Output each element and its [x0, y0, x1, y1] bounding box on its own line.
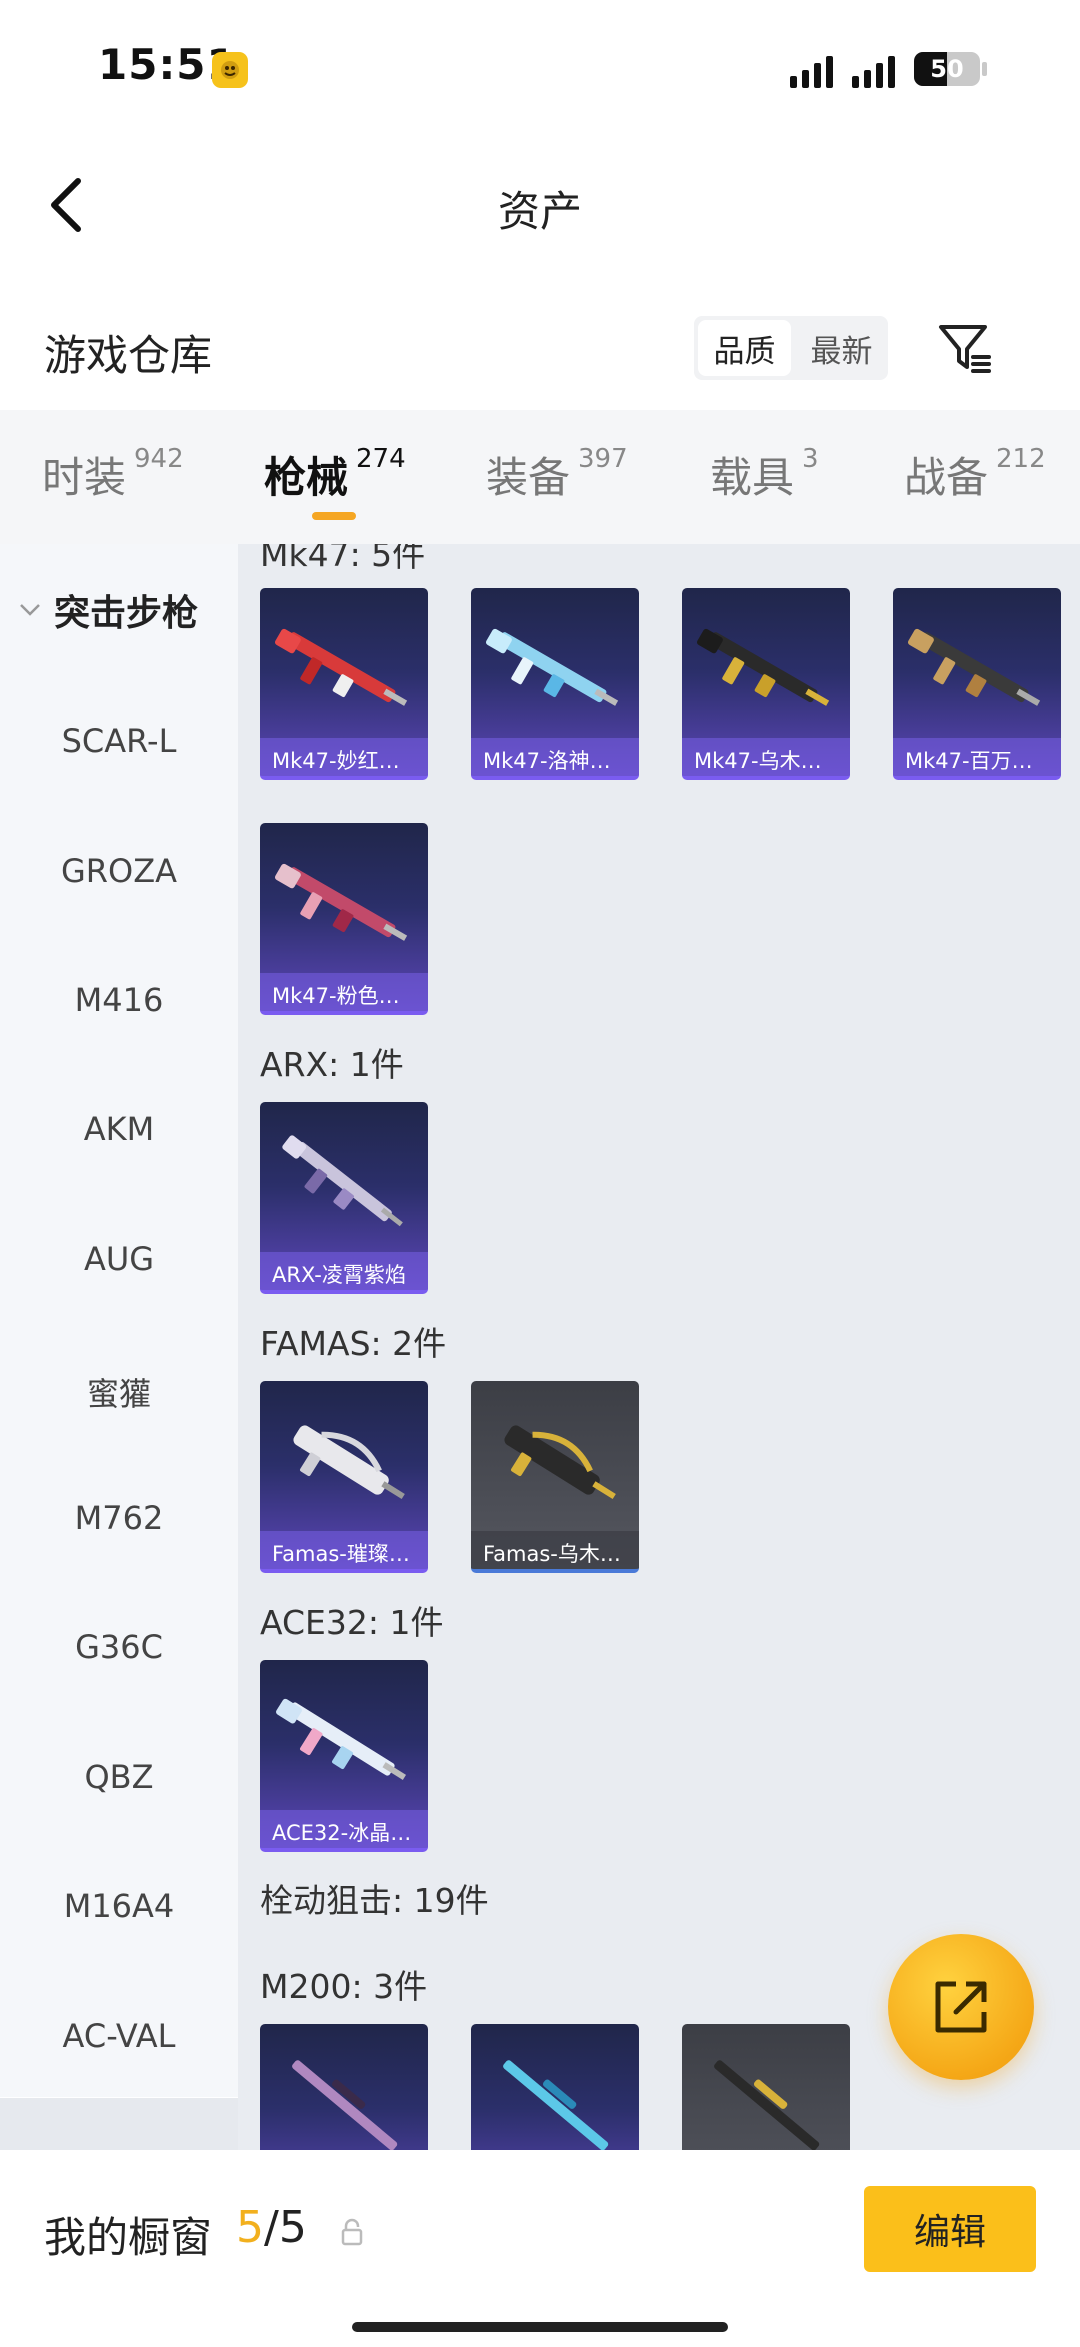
weapon-type-sidebar: 突击步枪 SCAR-L GROZA M416 AKM AUG 蜜獾 M762 G… [0, 544, 238, 2097]
tab-equipment[interactable]: 装备 397 [486, 444, 628, 505]
sniper-skin-image [292, 2060, 398, 2150]
tab-firearms[interactable]: 枪械 274 [264, 444, 406, 505]
tab-fashion[interactable]: 时装 942 [42, 444, 184, 505]
tab-count: 942 [134, 444, 184, 474]
sidebar-item-m16a4[interactable]: M16A4 [0, 1887, 238, 1925]
group-label-mk47: Mk47: 5件 [260, 544, 426, 574]
share-fab-button[interactable] [888, 1934, 1034, 2080]
sidebar-item-akm[interactable]: AKM [0, 1110, 238, 1148]
battery-level: 50 [930, 55, 964, 83]
rifle-skin-image [908, 628, 1041, 706]
weapon-name: ARX-凌霄紫焰 [260, 1252, 428, 1290]
weapon-card[interactable] [260, 2024, 428, 2150]
category-tabs: 时装 942 枪械 274 装备 397 载具 3 战备 212 [0, 410, 1080, 544]
tab-count: 397 [578, 444, 628, 474]
external-link-icon [935, 1981, 987, 2033]
page-title: 资产 [497, 187, 582, 236]
weapon-name: Mk47-妙红… [260, 738, 428, 776]
weapon-name: Mk47-百万… [893, 738, 1061, 776]
section-title: 游戏仓库 [44, 331, 213, 380]
sort-option-quality[interactable]: 品质 [698, 320, 791, 376]
weapon-card[interactable]: Mk47-洛神… [471, 588, 639, 780]
edit-button[interactable]: 编辑 [864, 2186, 1036, 2272]
weapon-card[interactable]: Famas-乌木… [471, 1381, 639, 1573]
weapon-name: Mk47-乌木… [682, 738, 850, 776]
sidebar-item-ac-val[interactable]: AC-VAL [0, 2017, 238, 2055]
weapon-card[interactable] [682, 2024, 850, 2150]
cellular-signal-icon [852, 52, 895, 88]
showcase-count: 5/5 [236, 2202, 307, 2253]
sort-toggle: 品质 最新 [694, 316, 888, 380]
sniper-skin-image [503, 2060, 609, 2150]
weapon-card[interactable]: Mk47-粉色… [260, 823, 428, 1015]
tab-label: 时装 [42, 453, 127, 502]
rifle-skin-image [282, 1135, 403, 1227]
tab-vehicles[interactable]: 载具 3 [710, 444, 819, 505]
sidebar-item-qbz[interactable]: QBZ [0, 1758, 238, 1796]
tab-supplies[interactable]: 战备 212 [904, 444, 1046, 505]
showcase-current: 5 [236, 2202, 264, 2253]
tab-count: 3 [802, 444, 819, 474]
filter-button[interactable] [932, 314, 998, 380]
rifle-skin-image [275, 628, 408, 706]
weapon-name: Mk47-洛神… [471, 738, 639, 776]
weapon-card[interactable]: Mk47-乌木… [682, 588, 850, 780]
rifle-skin-image [697, 628, 830, 706]
filter-icon [939, 325, 991, 373]
weapon-name: Famas-乌木… [471, 1531, 639, 1569]
weapon-name: Famas-璀璨… [260, 1531, 428, 1569]
showcase-max: 5 [278, 2202, 307, 2253]
lock-icon [341, 2218, 363, 2246]
sidebar-item-g36c[interactable]: G36C [0, 1628, 238, 1666]
tab-count: 274 [356, 444, 406, 474]
sniper-skin-image [714, 2060, 820, 2150]
group-label-arx: ARX: 1件 [260, 1045, 404, 1084]
showcase-separator: / [264, 2202, 279, 2253]
weapon-name: ACE32-冰晶… [260, 1810, 428, 1848]
sidebar-item-m762[interactable]: M762 [0, 1499, 238, 1537]
rifle-skin-image [276, 1698, 407, 1780]
tab-label: 战备 [904, 453, 989, 502]
battery-icon: 50 [914, 52, 980, 86]
group-label-famas: FAMAS: 2件 [260, 1324, 447, 1363]
group-label-ace32: ACE32: 1件 [260, 1603, 444, 1642]
weapon-card[interactable]: ACE32-冰晶… [260, 1660, 428, 1852]
status-bar: 15:51 50 [0, 0, 1080, 140]
rifle-skin-image [504, 1425, 616, 1500]
weapon-list: Mk47: 5件 Mk47-妙红… Mk47-洛神… Mk47-乌木… Mk47… [238, 544, 1080, 2150]
showcase-label: 我的橱窗 [44, 2213, 213, 2262]
showcase-bar: 我的橱窗 5/5 编辑 [0, 2150, 1080, 2347]
sidebar-item-aug[interactable]: AUG [0, 1240, 238, 1278]
sidebar-category-assault-rifle[interactable]: 突击步枪 [18, 584, 198, 636]
notification-app-icon [212, 52, 248, 88]
sidebar-item-scar-l[interactable]: SCAR-L [0, 722, 238, 760]
section-header: 游戏仓库 品质 最新 [0, 300, 1080, 400]
cellular-signal-icon [790, 52, 833, 88]
tab-label: 载具 [710, 453, 795, 502]
navigation-bar: 资产 [0, 150, 1080, 260]
sidebar-item-m416[interactable]: M416 [0, 981, 238, 1019]
group-label-bolt-action-sniper: 栓动狙击: 19件 [260, 1881, 489, 1920]
sidebar-item-honey-badger[interactable]: 蜜獾 [0, 1369, 238, 1415]
home-indicator [352, 2322, 728, 2332]
weapon-name: Mk47-粉色… [260, 973, 428, 1011]
weapon-card[interactable]: Mk47-妙红… [260, 588, 428, 780]
sidebar-category-label: 突击步枪 [54, 593, 199, 634]
active-tab-indicator [312, 512, 356, 520]
weapon-card[interactable] [471, 2024, 639, 2150]
sort-option-newest[interactable]: 最新 [795, 316, 888, 380]
group-label-m200: M200: 3件 [260, 1967, 428, 2006]
weapon-card[interactable]: ARX-凌霄紫焰 [260, 1102, 428, 1294]
weapon-card[interactable]: Mk47-百万… [893, 588, 1061, 780]
rifle-skin-image [486, 628, 619, 706]
rifle-skin-image [293, 1425, 405, 1500]
chevron-down-icon [20, 604, 40, 616]
sidebar-next-category [0, 2098, 238, 2150]
tab-count: 212 [996, 444, 1046, 474]
sidebar-item-groza[interactable]: GROZA [0, 852, 238, 890]
tab-label: 装备 [486, 453, 571, 502]
weapon-card[interactable]: Famas-璀璨… [260, 1381, 428, 1573]
tab-label: 枪械 [264, 453, 349, 502]
rifle-skin-image [275, 863, 408, 941]
